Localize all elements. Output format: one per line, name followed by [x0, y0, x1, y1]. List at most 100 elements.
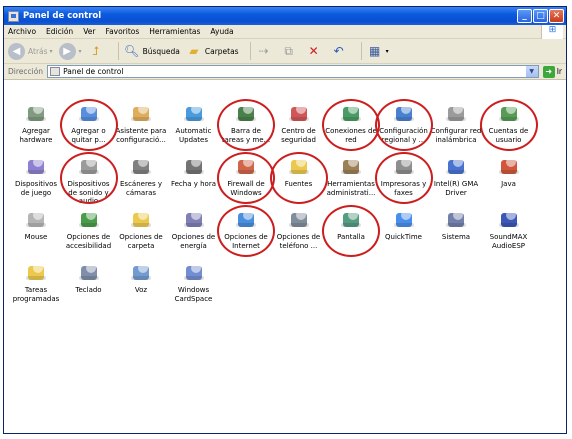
title-bar[interactable]: Panel de control _ □ ✕	[4, 7, 566, 25]
control-panel-item[interactable]: Agregar hardware	[10, 102, 62, 144]
control-panel-item[interactable]: Opciones de energía	[168, 208, 220, 250]
toolbar-separator	[117, 42, 119, 60]
control-panel-item[interactable]: Barra de tareas y me...	[220, 102, 272, 144]
minimize-button[interactable]: _	[517, 9, 532, 23]
folder-options-icon	[130, 208, 152, 230]
item-label: Agregar hardware	[19, 127, 53, 144]
item-label: Barra de tareas y me...	[221, 127, 271, 144]
control-panel-item[interactable]: Windows CardSpace	[168, 261, 220, 303]
control-panel-item[interactable]: Opciones de Internet	[220, 208, 272, 250]
close-button[interactable]: ✕	[549, 9, 564, 23]
back-dropdown-icon[interactable]: ▾	[50, 48, 53, 55]
accessibility-icon	[78, 208, 100, 230]
address-dropdown-icon[interactable]: ▼	[525, 66, 538, 77]
quicktime-icon	[393, 208, 415, 230]
scanner-icon	[130, 155, 152, 177]
network-wizard-icon	[130, 102, 152, 124]
printer-icon	[393, 155, 415, 177]
address-input[interactable]: Panel de control ▼	[47, 65, 539, 78]
forward-dropdown-icon[interactable]: ▾	[79, 48, 82, 55]
control-panel-item[interactable]: Java	[483, 155, 535, 189]
up-folder-button[interactable]: ⮥	[88, 43, 107, 59]
item-label: Opciones de carpeta	[119, 233, 163, 250]
menu-edicion[interactable]: Edición	[46, 27, 73, 36]
item-label: Dispositivos de sonido y audio	[67, 180, 110, 205]
internet-options-icon	[235, 208, 257, 230]
maximize-button[interactable]: □	[533, 9, 548, 23]
delete-button[interactable]: ✕	[306, 43, 325, 59]
control-panel-item[interactable]: Opciones de carpeta	[115, 208, 167, 250]
control-panel-item[interactable]: Fuentes	[273, 155, 325, 189]
item-label: Fecha y hora	[170, 180, 216, 188]
control-panel-item[interactable]: Herramientas administrati...	[325, 155, 377, 197]
item-label: Configuración regional y ...	[379, 127, 428, 144]
regional-settings-icon	[393, 102, 415, 124]
go-button[interactable]: ➜ Ir	[542, 65, 562, 78]
control-panel-item[interactable]: Sistema	[430, 208, 482, 242]
control-panel-item[interactable]: Mouse	[10, 208, 62, 242]
control-panel-item[interactable]: Configurar red inalámbrica	[430, 102, 482, 144]
control-panel-item[interactable]: Dispositivos de sonido y audio	[63, 155, 115, 206]
copy-to-button[interactable]: ⧉	[281, 43, 300, 59]
soundmax-icon	[498, 208, 520, 230]
menu-ayuda[interactable]: Ayuda	[210, 27, 233, 36]
control-panel-item[interactable]: Asistente para configuració...	[115, 102, 167, 144]
search-icon: 🔍︎	[123, 44, 140, 58]
security-center-icon	[288, 102, 310, 124]
clock-icon	[183, 155, 205, 177]
control-panel-item[interactable]: Intel(R) GMA Driver	[430, 155, 482, 197]
forward-arrow-icon: ▶	[58, 42, 76, 60]
control-panel-item[interactable]: Dispositivos de juego	[10, 155, 62, 197]
control-panel-item[interactable]: Opciones de accesibilidad	[63, 208, 115, 250]
admin-tools-icon	[340, 155, 362, 177]
control-panel-window: Panel de control _ □ ✕ Archivo Edición V…	[3, 6, 567, 434]
views-icon: ▦	[368, 44, 381, 58]
address-label: Dirección	[8, 67, 44, 76]
item-label: Voz	[134, 286, 148, 294]
item-label: Opciones de accesibilidad	[65, 233, 112, 250]
item-label: Asistente para configuració...	[115, 127, 167, 144]
control-panel-item[interactable]: QuickTime	[378, 208, 430, 242]
control-panel-item[interactable]: SoundMAX AudioESP	[483, 208, 535, 250]
views-button[interactable]: ▦ ▾	[367, 43, 389, 59]
menu-favoritos[interactable]: Favoritos	[105, 27, 139, 36]
item-label: Fuentes	[284, 180, 313, 188]
move-to-button[interactable]: ⇢	[256, 43, 275, 59]
undo-icon: ↶	[333, 44, 344, 58]
item-label: Intel(R) GMA Driver	[433, 180, 479, 197]
forward-button[interactable]: ▶ ▾	[58, 42, 82, 60]
search-button[interactable]: 🔍︎ Búsqueda	[124, 43, 180, 59]
control-panel-item[interactable]: Voz	[115, 261, 167, 295]
control-panel-item[interactable]: Firewall de Windows	[220, 155, 272, 197]
item-label: Tareas programadas	[12, 286, 60, 303]
hardware-icon	[25, 102, 47, 124]
go-arrow-icon: ➜	[542, 65, 555, 78]
control-panel-item[interactable]: Escáneres y cámaras	[115, 155, 167, 197]
control-panel-item[interactable]: Fecha y hora	[168, 155, 220, 189]
control-panel-item[interactable]: Automatic Updates	[168, 102, 220, 144]
control-panel-item[interactable]: Conexiones de red	[325, 102, 377, 144]
item-label: Opciones de energía	[171, 233, 216, 250]
move-to-icon: ⇢	[258, 44, 269, 58]
control-panel-item[interactable]: Opciones de teléfono ...	[273, 208, 325, 250]
control-panel-item[interactable]: Impresoras y faxes	[378, 155, 430, 197]
control-panel-item[interactable]: Cuentas de usuario	[483, 102, 535, 144]
control-panel-item[interactable]: Agregar o quitar p...	[63, 102, 115, 144]
firewall-icon	[235, 155, 257, 177]
control-panel-item[interactable]: Configuración regional y ...	[378, 102, 430, 144]
back-button[interactable]: ◀ Atrás ▾	[8, 42, 53, 60]
network-connections-icon	[340, 102, 362, 124]
phone-modem-icon	[288, 208, 310, 230]
control-panel-item[interactable]: Pantalla	[325, 208, 377, 242]
game-controller-icon	[25, 155, 47, 177]
back-arrow-icon: ◀	[8, 42, 25, 60]
folders-button[interactable]: ▰ Carpetas	[186, 43, 238, 59]
control-panel-item[interactable]: Teclado	[63, 261, 115, 295]
control-panel-items: Agregar hardware Agregar o quitar p... Asi…	[4, 98, 566, 433]
control-panel-item[interactable]: Centro de seguridad	[273, 102, 325, 144]
menu-herramientas[interactable]: Herramientas	[149, 27, 200, 36]
undo-button[interactable]: ↶	[331, 43, 350, 59]
menu-ver[interactable]: Ver	[83, 27, 95, 36]
menu-archivo[interactable]: Archivo	[8, 27, 36, 36]
control-panel-item[interactable]: Tareas programadas	[10, 261, 62, 303]
